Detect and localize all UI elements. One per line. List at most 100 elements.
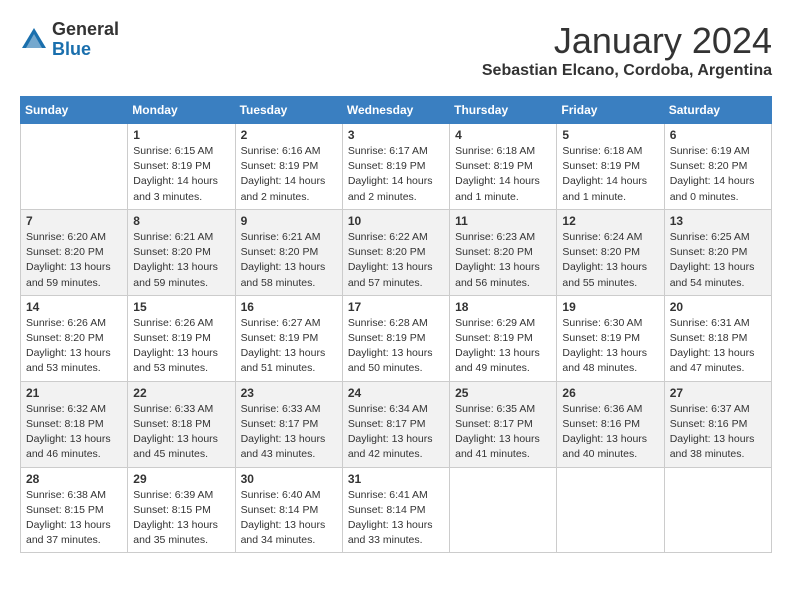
calendar-cell: 15 Sunrise: 6:26 AMSunset: 8:19 PMDayligh… (128, 295, 235, 381)
day-info: Sunrise: 6:34 AMSunset: 8:17 PMDaylight:… (348, 402, 444, 463)
day-number: 22 (133, 386, 229, 400)
logo-blue-text: Blue (52, 40, 119, 60)
calendar-cell: 18 Sunrise: 6:29 AMSunset: 8:19 PMDayligh… (450, 295, 557, 381)
calendar-cell (557, 467, 664, 553)
day-number: 25 (455, 386, 551, 400)
day-header-wednesday: Wednesday (342, 97, 449, 124)
day-number: 29 (133, 472, 229, 486)
calendar-cell: 4 Sunrise: 6:18 AMSunset: 8:19 PMDaylight… (450, 124, 557, 210)
day-info: Sunrise: 6:24 AMSunset: 8:20 PMDaylight:… (562, 230, 658, 291)
calendar-cell: 26 Sunrise: 6:36 AMSunset: 8:16 PMDayligh… (557, 381, 664, 467)
calendar-header-row: SundayMondayTuesdayWednesdayThursdayFrid… (21, 97, 772, 124)
day-number: 27 (670, 386, 766, 400)
calendar-cell: 7 Sunrise: 6:20 AMSunset: 8:20 PMDaylight… (21, 209, 128, 295)
calendar-cell: 10Sunrise: 6:22 AMSunset: 8:20 PMDayligh… (342, 209, 449, 295)
calendar-cell: 19Sunrise: 6:30 AMSunset: 8:19 PMDayligh… (557, 295, 664, 381)
week-row-3: 14 Sunrise: 6:26 AMSunset: 8:20 PMDayligh… (21, 295, 772, 381)
day-info: Sunrise: 6:15 AMSunset: 8:19 PMDaylight:… (133, 144, 229, 205)
day-number: 15 (133, 300, 229, 314)
day-number: 8 (133, 214, 229, 228)
day-info: Sunrise: 6:31 AMSunset: 8:18 PMDaylight:… (670, 316, 766, 377)
day-number: 20 (670, 300, 766, 314)
day-info: Sunrise: 6:39 AMSunset: 8:15 PMDaylight:… (133, 488, 229, 549)
day-number: 30 (241, 472, 337, 486)
day-number: 11 (455, 214, 551, 228)
day-number: 9 (241, 214, 337, 228)
day-number: 7 (26, 214, 122, 228)
calendar-cell: 13 Sunrise: 6:25 AMSunset: 8:20 PMDayligh… (664, 209, 771, 295)
calendar-cell: 2 Sunrise: 6:16 AMSunset: 8:19 PMDaylight… (235, 124, 342, 210)
calendar-cell: 16 Sunrise: 6:27 AMSunset: 8:19 PMDayligh… (235, 295, 342, 381)
header: General Blue January 2024 Sebastian Elca… (20, 20, 772, 80)
week-row-2: 7 Sunrise: 6:20 AMSunset: 8:20 PMDaylight… (21, 209, 772, 295)
day-number: 6 (670, 128, 766, 142)
day-info: Sunrise: 6:23 AMSunset: 8:20 PMDaylight:… (455, 230, 551, 291)
day-number: 31 (348, 472, 444, 486)
calendar-cell: 8 Sunrise: 6:21 AMSunset: 8:20 PMDaylight… (128, 209, 235, 295)
day-info: Sunrise: 6:27 AMSunset: 8:19 PMDaylight:… (241, 316, 337, 377)
calendar-cell: 24 Sunrise: 6:34 AMSunset: 8:17 PMDayligh… (342, 381, 449, 467)
day-number: 24 (348, 386, 444, 400)
day-header-monday: Monday (128, 97, 235, 124)
day-number: 23 (241, 386, 337, 400)
main-title: January 2024 (482, 20, 772, 62)
day-number: 16 (241, 300, 337, 314)
calendar-cell: 11 Sunrise: 6:23 AMSunset: 8:20 PMDayligh… (450, 209, 557, 295)
calendar-cell: 23 Sunrise: 6:33 AMSunset: 8:17 PMDayligh… (235, 381, 342, 467)
day-info: Sunrise: 6:38 AMSunset: 8:15 PMDaylight:… (26, 488, 122, 549)
logo: General Blue (20, 20, 119, 60)
day-info: Sunrise: 6:26 AMSunset: 8:20 PMDaylight:… (26, 316, 122, 377)
week-row-1: 1 Sunrise: 6:15 AMSunset: 8:19 PMDaylight… (21, 124, 772, 210)
day-header-thursday: Thursday (450, 97, 557, 124)
day-info: Sunrise: 6:40 AMSunset: 8:14 PMDaylight:… (241, 488, 337, 549)
day-info: Sunrise: 6:29 AMSunset: 8:19 PMDaylight:… (455, 316, 551, 377)
day-number: 26 (562, 386, 658, 400)
calendar-cell: 5Sunrise: 6:18 AMSunset: 8:19 PMDaylight… (557, 124, 664, 210)
calendar-cell (450, 467, 557, 553)
day-number: 18 (455, 300, 551, 314)
week-row-4: 21 Sunrise: 6:32 AMSunset: 8:18 PMDayligh… (21, 381, 772, 467)
calendar-cell: 12 Sunrise: 6:24 AMSunset: 8:20 PMDayligh… (557, 209, 664, 295)
day-info: Sunrise: 6:28 AMSunset: 8:19 PMDaylight:… (348, 316, 444, 377)
day-info: Sunrise: 6:32 AMSunset: 8:18 PMDaylight:… (26, 402, 122, 463)
day-info: Sunrise: 6:25 AMSunset: 8:20 PMDaylight:… (670, 230, 766, 291)
logo-general-text: General (52, 20, 119, 40)
day-info: Sunrise: 6:21 AMSunset: 8:20 PMDaylight:… (133, 230, 229, 291)
day-header-tuesday: Tuesday (235, 97, 342, 124)
day-number: 4 (455, 128, 551, 142)
day-info: Sunrise: 6:36 AMSunset: 8:16 PMDaylight:… (562, 402, 658, 463)
day-info: Sunrise: 6:16 AMSunset: 8:19 PMDaylight:… (241, 144, 337, 205)
calendar-cell: 1 Sunrise: 6:15 AMSunset: 8:19 PMDaylight… (128, 124, 235, 210)
day-info: Sunrise: 6:21 AMSunset: 8:20 PMDaylight:… (241, 230, 337, 291)
day-number: 14 (26, 300, 122, 314)
calendar-cell: 31 Sunrise: 6:41 AMSunset: 8:14 PMDayligh… (342, 467, 449, 553)
calendar-cell: 30 Sunrise: 6:40 AMSunset: 8:14 PMDayligh… (235, 467, 342, 553)
calendar-cell: 28 Sunrise: 6:38 AMSunset: 8:15 PMDayligh… (21, 467, 128, 553)
day-number: 12 (562, 214, 658, 228)
day-header-saturday: Saturday (664, 97, 771, 124)
day-info: Sunrise: 6:20 AMSunset: 8:20 PMDaylight:… (26, 230, 122, 291)
calendar-cell: 22 Sunrise: 6:33 AMSunset: 8:18 PMDayligh… (128, 381, 235, 467)
calendar-cell (664, 467, 771, 553)
day-number: 1 (133, 128, 229, 142)
day-info: Sunrise: 6:33 AMSunset: 8:18 PMDaylight:… (133, 402, 229, 463)
calendar-table: SundayMondayTuesdayWednesdayThursdayFrid… (20, 96, 772, 553)
day-info: Sunrise: 6:26 AMSunset: 8:19 PMDaylight:… (133, 316, 229, 377)
day-number: 17 (348, 300, 444, 314)
logo-icon (20, 26, 48, 54)
day-info: Sunrise: 6:41 AMSunset: 8:14 PMDaylight:… (348, 488, 444, 549)
calendar-cell: 14 Sunrise: 6:26 AMSunset: 8:20 PMDayligh… (21, 295, 128, 381)
day-info: Sunrise: 6:17 AMSunset: 8:19 PMDaylight:… (348, 144, 444, 205)
calendar-cell: 27 Sunrise: 6:37 AMSunset: 8:16 PMDayligh… (664, 381, 771, 467)
day-number: 21 (26, 386, 122, 400)
day-number: 28 (26, 472, 122, 486)
day-header-friday: Friday (557, 97, 664, 124)
day-info: Sunrise: 6:18 AMSunset: 8:19 PMDaylight:… (455, 144, 551, 205)
day-info: Sunrise: 6:33 AMSunset: 8:17 PMDaylight:… (241, 402, 337, 463)
day-info: Sunrise: 6:22 AMSunset: 8:20 PMDaylight:… (348, 230, 444, 291)
day-number: 13 (670, 214, 766, 228)
day-info: Sunrise: 6:18 AMSunset: 8:19 PMDaylight:… (562, 144, 658, 205)
day-number: 2 (241, 128, 337, 142)
day-info: Sunrise: 6:19 AMSunset: 8:20 PMDaylight:… (670, 144, 766, 205)
day-info: Sunrise: 6:37 AMSunset: 8:16 PMDaylight:… (670, 402, 766, 463)
